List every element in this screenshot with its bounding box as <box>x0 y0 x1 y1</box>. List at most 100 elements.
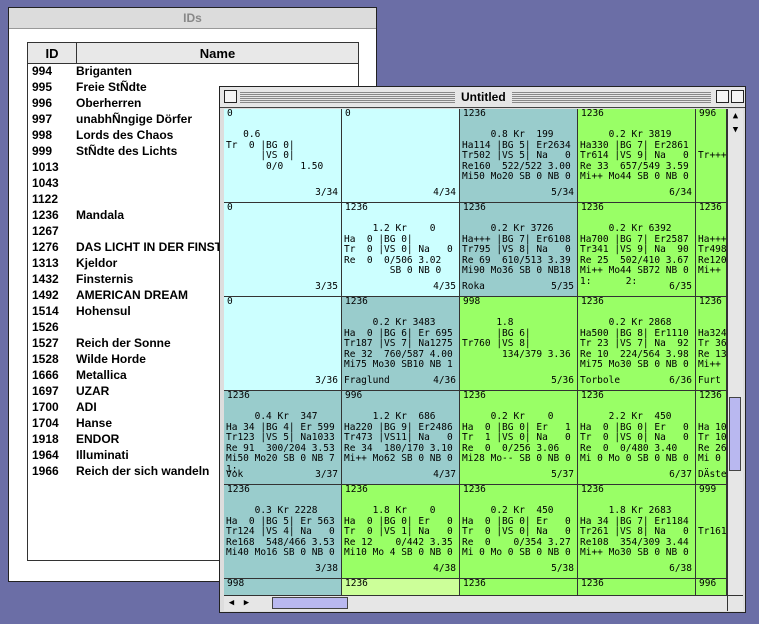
cell-coords: 4/38 <box>433 563 456 575</box>
map-cell[interactable]: 1236 0.2 Kr 2868 Ha500 |BG 8| Er1110 Tr … <box>578 297 696 391</box>
row-id: 1122 <box>32 192 59 206</box>
map-cell[interactable]: 1236 <box>342 579 460 596</box>
row-id: 1527 <box>32 336 59 350</box>
map-cell[interactable]: 1236 1.8 Kr 2683 Ha 34 |BG 7| Er1184 Tr2… <box>578 485 696 579</box>
cell-stats: 0.2 Kr 6392 Ha700 |BG 7| Er2587 Tr341 |V… <box>580 223 689 287</box>
map-cell[interactable]: 1236 <box>460 579 578 596</box>
ids-window-title: IDs <box>183 11 202 25</box>
ids-titlebar[interactable]: IDs <box>9 8 376 29</box>
cell-owner-id: 1236 <box>227 485 250 495</box>
map-cell[interactable]: 1236 Ha324 Tr 36 Re 13 Mi++ Furt <box>696 297 727 391</box>
cell-stats: 2.2 Kr 450 Ha 0 |BG 0| Er 0 Tr 0 |VS 0| … <box>580 411 689 465</box>
cell-owner-id: 1236 <box>699 297 722 307</box>
cell-region-name: DÄste <box>698 469 727 481</box>
map-cell[interactable]: 998 <box>224 579 342 596</box>
cell-stats: Ha+++ Tr498 Re120 Mi++ <box>698 233 727 277</box>
map-cell[interactable]: 996 Tr+++ <box>696 109 727 203</box>
table-row[interactable]: 994 Briganten <box>28 64 358 80</box>
map-cell[interactable]: 999 Tr161 <box>696 485 727 579</box>
cell-coords: 6/37 <box>669 469 692 481</box>
row-id: 1043 <box>32 176 59 190</box>
zoom-box-icon[interactable] <box>716 90 729 103</box>
map-cell[interactable]: 1236 1.8 Kr 0 Ha 0 |BG 0| Er 0 Tr 0 |VS … <box>342 485 460 579</box>
cell-region-name: Fraglund <box>344 375 390 387</box>
scroll-down-arrow-icon[interactable]: ▼ <box>728 123 743 138</box>
column-header-id[interactable]: ID <box>28 43 77 63</box>
cell-owner-id: 1236 <box>581 203 604 213</box>
map-cell[interactable]: 1236 0.2 Kr 3483 Ha 0 |BG 6| Er 695 Tr18… <box>342 297 460 391</box>
map-cell[interactable]: 1236 2.2 Kr 450 Ha 0 |BG 0| Er 0 Tr 0 |V… <box>578 391 696 485</box>
row-id: 1236 <box>32 208 59 222</box>
vertical-scroll-thumb[interactable] <box>729 397 741 471</box>
row-id: 1432 <box>32 272 59 286</box>
map-cell[interactable]: 1236 <box>578 579 696 596</box>
row-id: 994 <box>32 64 53 78</box>
untitled-window[interactable]: Untitled 0 0.6 Tr 0 |BG 0| |VS 0| 0/0 1.… <box>219 86 746 613</box>
map-cell[interactable]: 1236 0.2 Kr 3726 Ha+++ |BG 7| Er6108 Tr7… <box>460 203 578 297</box>
cell-region-name: Vok <box>226 469 244 481</box>
map-cell[interactable]: 1236 1.2 Kr 0 Ha 0 |BG 0| Tr 0 |VS 0| Na… <box>342 203 460 297</box>
map-cell[interactable]: 1236 0.3 Kr 2228 Ha 0 |BG 5| Er 563 Tr12… <box>224 485 342 579</box>
cell-owner-id: 1236 <box>581 485 604 495</box>
cell-owner-id: 1236 <box>227 391 250 401</box>
cell-stats: Tr+++ <box>698 150 727 162</box>
map-cell[interactable]: 996 1.2 Kr 686 Ha220 |BG 9| Er2486 Tr473… <box>342 391 460 485</box>
untitled-titlebar[interactable]: Untitled <box>220 87 745 108</box>
cell-stats: 1.8 Kr 0 Ha 0 |BG 0| Er 0 Tr 0 |VS 1| Na… <box>344 505 453 559</box>
scroll-left-arrow-icon[interactable]: ◀ <box>224 596 239 611</box>
map-cell[interactable]: 1236 0.2 Kr 450 Ha 0 |BG 0| Er 0 Tr 0 |V… <box>460 485 578 579</box>
cell-owner-id: 1236 <box>581 579 604 589</box>
map-cell[interactable]: 1236 Ha 10 Tr 10 Re 26 Mi 0 DÄste <box>696 391 727 485</box>
cell-stats: 0.3 Kr 2228 Ha 0 |BG 5| Er 563 Tr124 |VS… <box>226 505 335 559</box>
row-id: 1013 <box>32 160 59 174</box>
cell-owner-id: 996 <box>699 579 717 589</box>
map-cell[interactable]: 0 3/36 <box>224 297 342 391</box>
row-id: 996 <box>32 96 53 110</box>
cell-owner-id: 0 <box>227 109 233 119</box>
cell-owner-id: 1236 <box>581 109 604 119</box>
map-cell[interactable]: 0 4/34 <box>342 109 460 203</box>
map-cell[interactable]: 1236 Ha+++ Tr498 Re120 Mi++ <box>696 203 727 297</box>
cell-stats: 0.4 Kr 347 Ha 34 |BG 4| Er 599 Tr123 |VS… <box>226 411 335 475</box>
row-id: 1964 <box>32 448 59 462</box>
map-cell[interactable]: 1236 0.8 Kr 199 Ha114 |BG 5| Er2634 Tr50… <box>460 109 578 203</box>
cell-stats: 0.2 Kr 450 Ha 0 |BG 0| Er 0 Tr 0 |VS 0| … <box>462 505 571 559</box>
cell-owner-id: 1236 <box>581 391 604 401</box>
cell-owner-id: 1236 <box>345 579 368 589</box>
map-grid[interactable]: 0 0.6 Tr 0 |BG 0| |VS 0| 0/0 1.50 3/34 0 4/… <box>224 109 727 596</box>
row-id: 997 <box>32 112 53 126</box>
cell-owner-id: 996 <box>699 109 717 119</box>
column-header-name[interactable]: Name <box>77 43 358 63</box>
cell-stats: Tr161 <box>698 526 727 538</box>
collapse-box-icon[interactable] <box>731 90 744 103</box>
map-cell[interactable]: 1236 0.2 Kr 3819 Ha330 |BG 7| Er2861 Tr6… <box>578 109 696 203</box>
cell-stats: 1.8 Kr 2683 Ha 34 |BG 7| Er1184 Tr261 |V… <box>580 505 689 559</box>
map-cell[interactable]: 1236 0.2 Kr 0 Ha 0 |BG 0| Er 1 Tr 1 |VS … <box>460 391 578 485</box>
resize-grow-box-icon[interactable] <box>727 595 743 611</box>
row-id: 1700 <box>32 400 59 414</box>
row-id: 1918 <box>32 432 59 446</box>
cell-coords: 3/36 <box>315 375 338 387</box>
vertical-scrollbar[interactable]: ▲ ▼ <box>727 109 743 596</box>
map-cell[interactable]: 0 0.6 Tr 0 |BG 0| |VS 0| 0/0 1.50 3/34 <box>224 109 342 203</box>
horizontal-scroll-thumb[interactable] <box>272 597 348 609</box>
cell-coords: 3/38 <box>315 563 338 575</box>
map-cell[interactable]: 996 <box>696 579 727 596</box>
horizontal-scrollbar[interactable]: ◀ ▶ <box>224 595 727 611</box>
scroll-right-arrow-icon[interactable]: ▶ <box>239 596 254 611</box>
cell-owner-id: 1236 <box>463 579 486 589</box>
close-box-icon[interactable] <box>224 90 237 103</box>
cell-owner-id: 0 <box>227 203 233 213</box>
map-cell[interactable]: 1236 0.4 Kr 347 Ha 34 |BG 4| Er 599 Tr12… <box>224 391 342 485</box>
cell-coords: 6/34 <box>669 187 692 199</box>
map-cell[interactable]: 998 1.8 |BG 6| Tr760 |VS 8| 134/379 3.36… <box>460 297 578 391</box>
cell-owner-id: 1236 <box>345 485 368 495</box>
map-cell[interactable]: 1236 0.2 Kr 6392 Ha700 |BG 7| Er2587 Tr3… <box>578 203 696 297</box>
cell-owner-id: 998 <box>227 579 245 589</box>
map-cell[interactable]: 0 3/35 <box>224 203 342 297</box>
scroll-up-arrow-icon[interactable]: ▲ <box>728 109 743 124</box>
row-id: 999 <box>32 144 53 158</box>
cell-region-name: Furt <box>698 375 721 387</box>
untitled-window-title: Untitled <box>455 90 512 104</box>
cell-coords: 4/36 <box>433 375 456 387</box>
